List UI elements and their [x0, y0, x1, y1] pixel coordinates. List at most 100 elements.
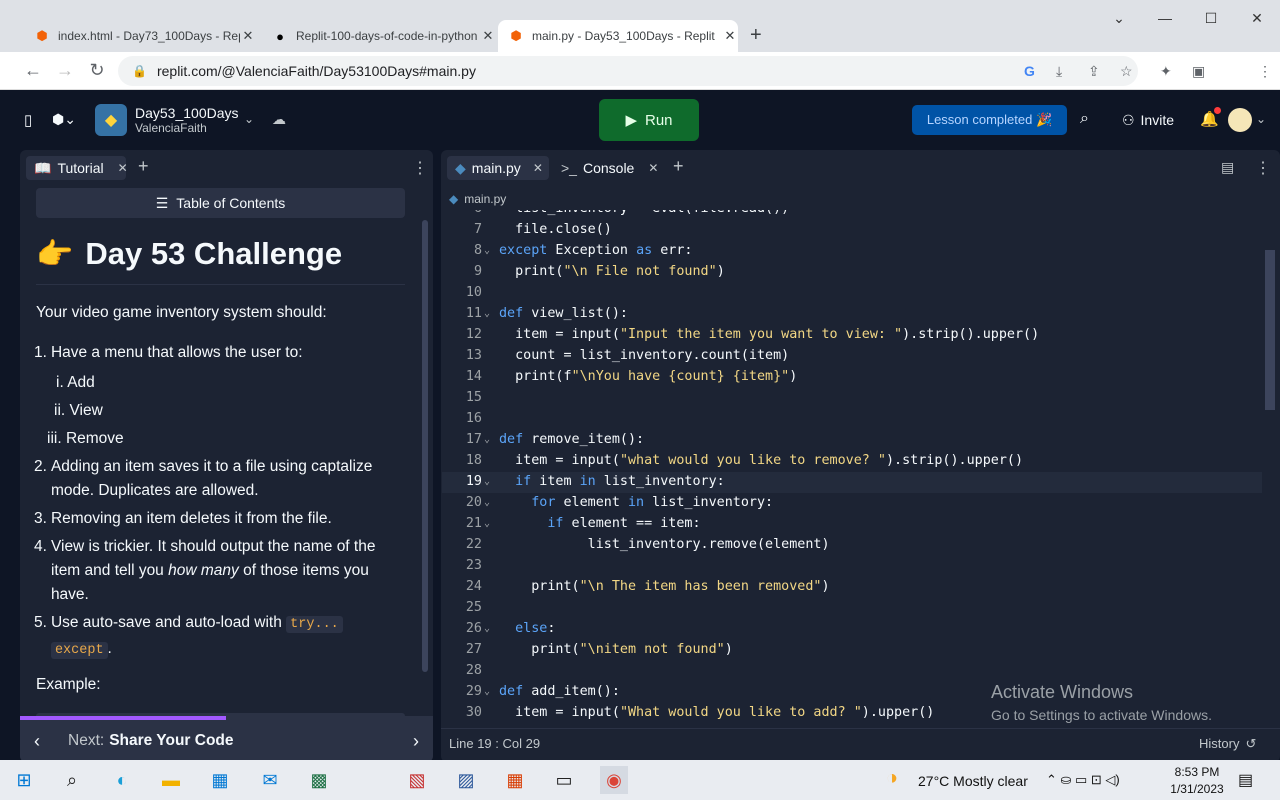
history-button[interactable]: History ↺ [1199, 736, 1256, 752]
code-line[interactable]: 21 ⌄ if element == item: [442, 514, 1262, 535]
breadcrumb[interactable]: ◆ main.py [449, 192, 506, 206]
code-line[interactable]: 9 print("\n File not found") [442, 262, 1262, 283]
code-line[interactable]: 11 ⌄ def view_list(): [442, 304, 1262, 325]
tab-console[interactable]: >_ Console ✕ [561, 156, 658, 180]
chevron-down-icon[interactable]: ⌄ [1256, 112, 1266, 126]
maximize-icon[interactable]: ☐ [1188, 10, 1234, 27]
store-icon[interactable]: ▦ [206, 766, 234, 794]
code-line[interactable]: 16 [442, 409, 1262, 430]
next-lesson-bar[interactable]: ‹ Next: Share Your Code › [20, 720, 433, 762]
more-menu-icon[interactable]: ⋮ [412, 158, 428, 178]
replit-logo-icon[interactable]: ⬢⌄ [52, 111, 76, 128]
chrome-icon[interactable]: ◉ [600, 766, 628, 794]
tab-main-py[interactable]: ◆ main.py ✕ [447, 156, 549, 180]
code-editor[interactable]: 6 list_inventory = eval(file.read())7 fi… [442, 210, 1262, 728]
code-line[interactable]: 27 print("\nitem not found") [442, 640, 1262, 661]
browser-tab[interactable]: ● Replit-100-days-of-code-in-python ✕ [262, 20, 496, 52]
add-tab-icon[interactable]: + [673, 156, 684, 177]
fold-chevron-icon[interactable]: ⌄ [484, 518, 490, 529]
close-icon[interactable]: ✕ [722, 28, 738, 44]
fold-chevron-icon[interactable]: ⌄ [484, 686, 490, 697]
system-tray-icons[interactable]: ⌃ ⛀ ▭ ⊡ ◁) [1046, 772, 1120, 788]
code-line[interactable]: 23 [442, 556, 1262, 577]
windows-start-icon[interactable]: ⊞ [10, 766, 38, 794]
code-line[interactable]: 14 print(f"\nYou have {count} {item}") [442, 367, 1262, 388]
clock[interactable]: 8:53 PM 1/31/2023 [1164, 764, 1230, 798]
share-icon[interactable]: ⇪ [1088, 63, 1100, 80]
new-tab-button[interactable]: + [750, 24, 762, 47]
back-icon[interactable]: ← [22, 60, 44, 81]
close-icon[interactable]: ✕ [240, 28, 256, 44]
code-line[interactable]: 17 ⌄ def remove_item(): [442, 430, 1262, 451]
side-panel-icon[interactable]: ▣ [1192, 63, 1205, 80]
fold-chevron-icon[interactable]: ⌄ [484, 434, 490, 445]
mail-icon[interactable]: ✉ [256, 766, 284, 794]
code-line[interactable]: 7 file.close() [442, 220, 1262, 241]
repl-title[interactable]: Day53_100Days ValenciaFaith [135, 105, 239, 135]
lesson-completed-badge[interactable]: Lesson completed 🎉 [912, 105, 1067, 135]
code-line[interactable]: 26 ⌄ else: [442, 619, 1262, 640]
code-line[interactable]: 20 ⌄ for element in list_inventory: [442, 493, 1262, 514]
scrollbar[interactable] [422, 220, 428, 672]
search-icon[interactable]: ⌕ [58, 766, 86, 794]
run-button[interactable]: ▶ Run [599, 99, 699, 141]
code-line[interactable]: 12 item = input("Input the item you want… [442, 325, 1262, 346]
office-icon[interactable]: ▦ [501, 766, 529, 794]
install-icon[interactable]: ⤓ [1056, 63, 1062, 80]
notifications-icon[interactable]: ▤ [1238, 770, 1253, 790]
fold-chevron-icon[interactable]: ⌄ [484, 497, 490, 508]
close-icon[interactable]: ✕ [533, 161, 543, 175]
code-line[interactable]: 8 ⌄ except Exception as err: [442, 241, 1262, 262]
invite-button[interactable]: ⚇ Invite [1110, 104, 1186, 136]
tab-tutorial[interactable]: 📖 Tutorial ✕ [26, 156, 128, 180]
browser-tab[interactable]: ⬢ index.html - Day73_100Days - Replit ✕ [24, 20, 256, 52]
search-icon[interactable]: ⌕ [1080, 110, 1089, 128]
code-line[interactable]: 15 [442, 388, 1262, 409]
word-icon[interactable]: ▨ [452, 766, 480, 794]
layout-icon[interactable]: ▤ [1221, 159, 1234, 176]
code-line[interactable]: 22 list_inventory.remove(element) [442, 535, 1262, 556]
minimize-icon[interactable]: — [1142, 10, 1188, 27]
fold-chevron-icon[interactable]: ⌄ [484, 245, 490, 256]
google-icon[interactable]: G [1024, 63, 1035, 79]
fold-chevron-icon[interactable]: ⌄ [484, 308, 490, 319]
more-menu-icon[interactable]: ⋮ [1258, 63, 1272, 80]
code-line[interactable]: 6 list_inventory = eval(file.read()) [442, 210, 1262, 220]
sidebar-toggle-icon[interactable]: ▯ [24, 111, 32, 129]
sublist: i. Add ii. View iii. Remove [34, 369, 409, 453]
close-icon[interactable]: ✕ [118, 161, 128, 175]
file-explorer-icon[interactable]: ▬ [157, 766, 185, 794]
address-bar[interactable]: 🔒 replit.com/@ValenciaFaith/Day53100Days… [118, 56, 1138, 86]
extensions-icon[interactable]: ✦ [1160, 63, 1172, 80]
add-tab-icon[interactable]: + [138, 156, 149, 177]
excel-icon[interactable]: ▩ [305, 766, 333, 794]
app-icon[interactable]: ▧ [403, 766, 431, 794]
terminal-icon[interactable]: ▭ [550, 766, 578, 794]
code-line[interactable]: 24 print("\n The item has been removed") [442, 577, 1262, 598]
chevron-left-icon[interactable]: ‹ [34, 731, 54, 752]
editor-scrollbar[interactable] [1265, 250, 1275, 410]
user-avatar[interactable] [1228, 108, 1252, 132]
close-icon[interactable]: ✕ [648, 161, 658, 175]
close-icon[interactable]: ✕ [480, 28, 496, 44]
forward-icon[interactable]: → [54, 60, 76, 81]
code-line[interactable]: 25 [442, 598, 1262, 619]
fold-chevron-icon[interactable]: ⌄ [484, 476, 490, 487]
code-line[interactable]: 28 [442, 661, 1262, 682]
more-menu-icon[interactable]: ⋮ [1255, 158, 1271, 178]
edge-icon[interactable]: ◐ [108, 766, 136, 794]
code-line[interactable]: 10 [442, 283, 1262, 304]
code-line[interactable]: 18 item = input("what would you like to … [442, 451, 1262, 472]
bookmark-star-icon[interactable]: ☆ [1120, 63, 1133, 80]
code-line[interactable]: 13 count = list_inventory.count(item) [442, 346, 1262, 367]
browser-tab-active[interactable]: ⬢ main.py - Day53_100Days - Replit ✕ [498, 20, 738, 52]
reload-icon[interactable]: ↻ [86, 60, 108, 81]
code-line[interactable]: 19 ⌄ if item in list_inventory: [442, 472, 1262, 493]
table-of-contents-button[interactable]: ☰ Table of Contents [36, 188, 405, 218]
close-window-icon[interactable]: ✕ [1234, 10, 1280, 27]
chevron-right-icon[interactable]: › [413, 731, 419, 752]
fold-chevron-icon[interactable]: ⌄ [484, 623, 490, 634]
tab-search-icon[interactable]: ⌄ [1096, 10, 1142, 27]
weather-text[interactable]: 27°C Mostly clear [918, 773, 1028, 789]
chevron-down-icon[interactable]: ⌄ [244, 112, 254, 126]
